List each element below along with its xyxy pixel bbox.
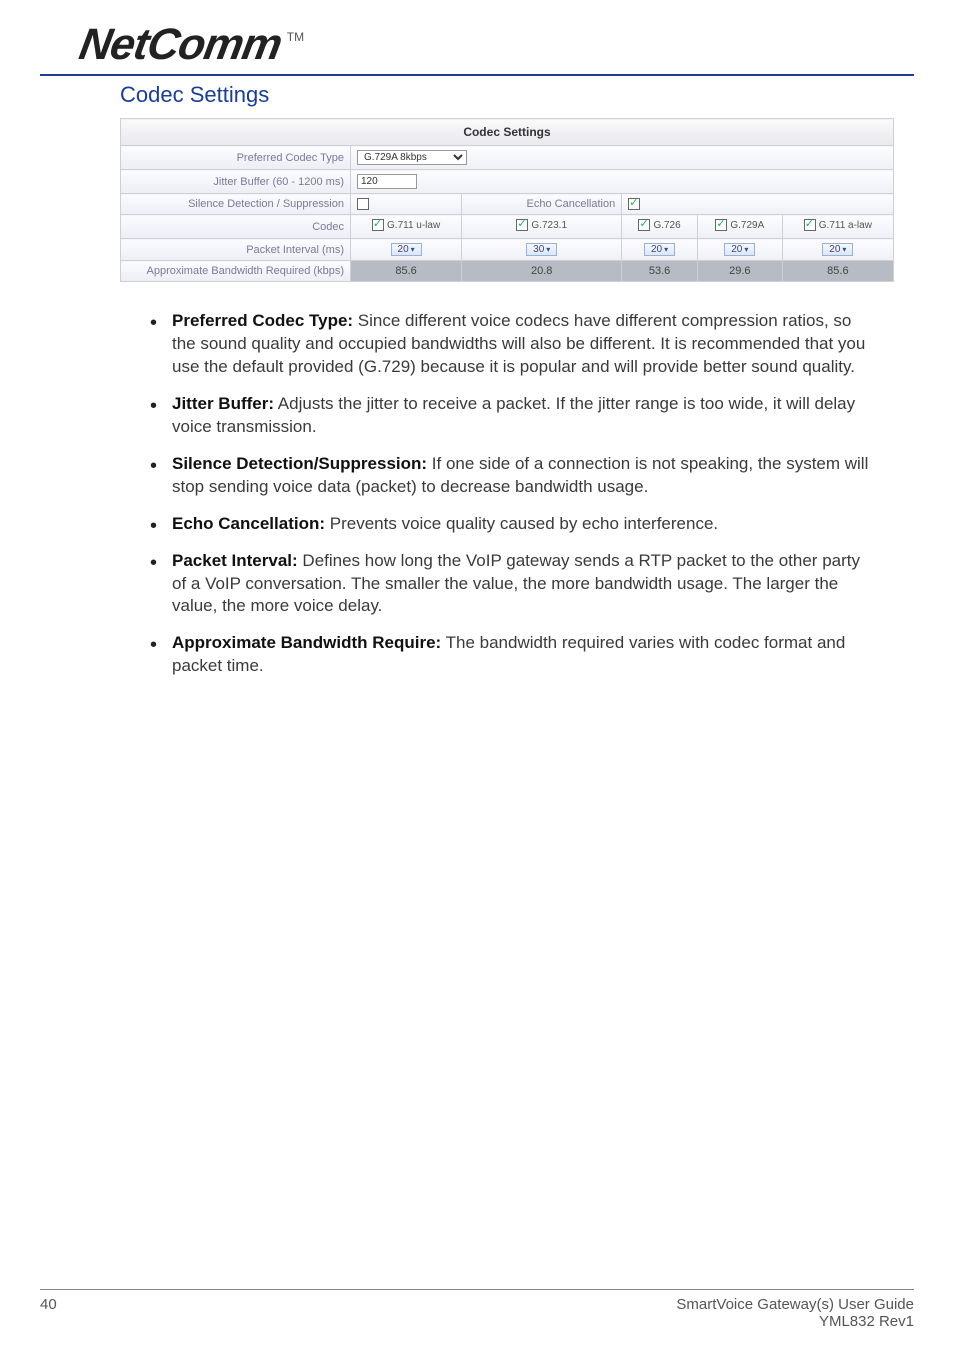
list-item: Packet Interval: Defines how long the Vo… (150, 550, 874, 619)
table-header: Codec Settings (121, 119, 894, 146)
list-item: Echo Cancellation: Prevents voice qualit… (150, 513, 874, 536)
description-list: Preferred Codec Type: Since different vo… (150, 310, 874, 678)
logo-text: NetComm (76, 20, 286, 70)
codec-g729a-label: G.729A (730, 220, 764, 231)
term-text: Prevents voice quality caused by echo in… (325, 514, 718, 533)
term: Jitter Buffer: (172, 394, 274, 413)
bandwidth-value-4: 85.6 (782, 261, 893, 282)
codec-g726-label: G.726 (653, 220, 680, 231)
codec-settings-table: Codec Settings Preferred Codec Type G.72… (120, 118, 894, 282)
packet-interval-select-2[interactable]: 20▾ (644, 243, 675, 256)
term: Packet Interval: (172, 551, 298, 570)
list-item: Silence Detection/Suppression: If one si… (150, 453, 874, 499)
codec-g711a-checkbox[interactable] (804, 219, 816, 231)
term: Preferred Codec Type: (172, 311, 353, 330)
list-item: Preferred Codec Type: Since different vo… (150, 310, 874, 379)
codec-g711u-label: G.711 u-law (387, 220, 440, 231)
list-item: Approximate Bandwidth Require: The bandw… (150, 632, 874, 678)
brand-logo: NetComm TM (40, 20, 914, 70)
codec-row-label: Codec (121, 215, 351, 239)
jitter-buffer-label: Jitter Buffer (60 - 1200 ms) (121, 170, 351, 194)
packet-interval-select-0[interactable]: 20▾ (391, 243, 422, 256)
jitter-buffer-input[interactable] (357, 174, 417, 189)
silence-detection-label: Silence Detection / Suppression (121, 194, 351, 215)
silence-detection-checkbox[interactable] (357, 198, 369, 210)
logo-trademark: TM (287, 30, 304, 44)
term: Echo Cancellation: (172, 514, 325, 533)
page-footer: 40 SmartVoice Gateway(s) User Guide YML8… (40, 1289, 914, 1330)
section-title: Codec Settings (120, 82, 914, 108)
codec-g726-checkbox[interactable] (638, 219, 650, 231)
bandwidth-label: Approximate Bandwidth Required (kbps) (121, 261, 351, 282)
codec-g729a-checkbox[interactable] (715, 219, 727, 231)
term: Silence Detection/Suppression: (172, 454, 427, 473)
bandwidth-value-1: 20.8 (462, 261, 622, 282)
list-item: Jitter Buffer: Adjusts the jitter to rec… (150, 393, 874, 439)
codec-g7231-label: G.723.1 (531, 220, 567, 231)
term: Approximate Bandwidth Require: (172, 633, 441, 652)
bandwidth-value-3: 29.6 (697, 261, 782, 282)
page-number: 40 (40, 1296, 57, 1313)
packet-interval-select-4[interactable]: 20▾ (822, 243, 853, 256)
echo-cancellation-checkbox[interactable] (628, 198, 640, 210)
codec-g711u-checkbox[interactable] (372, 219, 384, 231)
packet-interval-label: Packet Interval (ms) (121, 239, 351, 261)
codec-g7231-checkbox[interactable] (516, 219, 528, 231)
footer-guide-title: SmartVoice Gateway(s) User Guide (676, 1296, 914, 1313)
term-text: Adjusts the jitter to receive a packet. … (172, 394, 855, 436)
preferred-codec-select[interactable]: G.729A 8kbps (357, 150, 467, 165)
packet-interval-select-1[interactable]: 30▾ (526, 243, 557, 256)
bandwidth-value-0: 85.6 (351, 261, 462, 282)
footer-revision: YML832 Rev1 (676, 1313, 914, 1330)
preferred-codec-label: Preferred Codec Type (121, 146, 351, 170)
packet-interval-select-3[interactable]: 20▾ (724, 243, 755, 256)
header-divider (40, 74, 914, 76)
bandwidth-value-2: 53.6 (622, 261, 698, 282)
echo-cancellation-label: Echo Cancellation (462, 194, 622, 215)
codec-settings-screenshot: Codec Settings Preferred Codec Type G.72… (120, 118, 894, 282)
codec-g711a-label: G.711 a-law (819, 220, 872, 231)
